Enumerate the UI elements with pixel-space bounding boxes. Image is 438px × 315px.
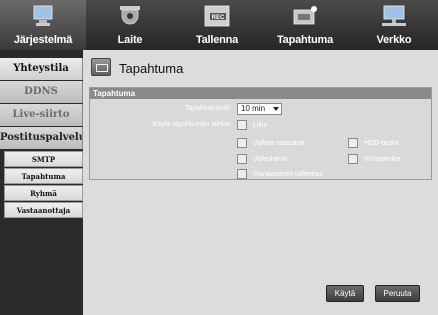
- monitor-icon: [33, 5, 53, 26]
- page-title: Tapahtuma: [119, 61, 184, 76]
- sidebar-item-mail-service[interactable]: Postituspalvelu: [0, 127, 83, 149]
- sidebar-subitem-event[interactable]: Tapahtuma: [4, 168, 83, 184]
- chevron-down-icon: [273, 107, 279, 111]
- main-panel: Tapahtuma Tapahtuma Tapahtumaväli 10 min…: [83, 50, 438, 315]
- tab-record[interactable]: REC Tallenna: [174, 0, 260, 50]
- group-header: Tapahtuma: [90, 88, 431, 99]
- tab-record-label: Tallenna: [195, 34, 239, 46]
- change-password-checkbox[interactable]: [237, 138, 247, 148]
- camera-icon: [120, 6, 140, 25]
- motion-label: Liike: [253, 122, 268, 129]
- power-button-label: Virtapainike: [364, 156, 401, 163]
- manual-recording-label: Manuaalinen tallennus: [253, 171, 324, 178]
- rec-icon: REC: [204, 5, 230, 27]
- sidebar-item-connection-mode[interactable]: Yhteystila: [0, 58, 83, 80]
- svg-text:REC: REC: [212, 15, 225, 21]
- power-button-checkbox[interactable]: [348, 154, 358, 164]
- interval-dropdown[interactable]: 10 min: [237, 103, 282, 115]
- sidebar-item-ddns[interactable]: DDNS: [0, 81, 83, 103]
- tab-device-label: Laite: [117, 34, 143, 46]
- manual-recording-checkbox[interactable]: [237, 169, 247, 179]
- cancel-button[interactable]: Peruuta: [375, 285, 420, 302]
- tab-system[interactable]: Järjestelmä: [0, 0, 86, 50]
- event-settings-group: Tapahtuma Tapahtumaväli 10 min Käytä tap…: [89, 87, 432, 180]
- event-icon: [293, 6, 317, 25]
- hdd-info-label: HDD-tiedot: [364, 140, 399, 147]
- event-transfer-label: Käytä tapahtuman siirtoa: [152, 121, 230, 128]
- network-icon: [382, 5, 406, 26]
- interval-label: Tapahtumaväli: [184, 105, 230, 112]
- sidebar-item-live-transfer[interactable]: Live-siirto: [0, 104, 83, 126]
- interval-value: 10 min: [241, 104, 266, 113]
- tab-network[interactable]: Verkko: [350, 0, 438, 50]
- hdd-info-checkbox[interactable]: [348, 138, 358, 148]
- video-loss-label: Videohäviö: [253, 156, 288, 163]
- tab-system-label: Järjestelmä: [13, 34, 73, 46]
- tab-event-label: Tapahtuma: [276, 34, 334, 46]
- sidebar-subitem-smtp[interactable]: SMTP: [4, 151, 83, 167]
- change-password-label: Vaihda salasana: [253, 140, 305, 147]
- video-loss-checkbox[interactable]: [237, 154, 247, 164]
- top-menu-bar: Järjestelmä Laite REC Tallenna Tapahtuma: [0, 0, 438, 50]
- sidebar-subitem-group[interactable]: Ryhmä: [4, 185, 83, 201]
- tab-event[interactable]: Tapahtuma: [262, 0, 348, 50]
- sidebar-subitem-recipient[interactable]: Vastaanottaja: [4, 202, 83, 218]
- tab-device[interactable]: Laite: [88, 0, 172, 50]
- sidebar: Yhteystila DDNS Live-siirto Postituspalv…: [0, 50, 83, 315]
- tab-network-label: Verkko: [376, 34, 412, 46]
- motion-checkbox[interactable]: [237, 120, 247, 130]
- apply-button[interactable]: Käytä: [326, 285, 364, 302]
- event-page-icon: [91, 58, 111, 76]
